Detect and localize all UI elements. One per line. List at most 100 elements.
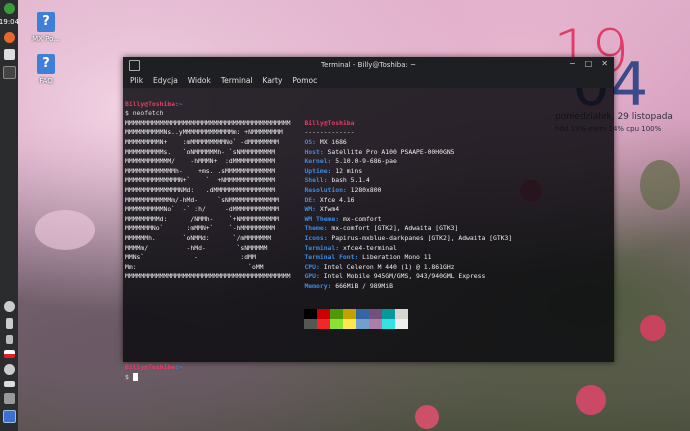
maximize-icon[interactable]: □ [585,59,593,68]
text-cursor [132,372,138,381]
info-value: 12 mins [335,166,363,175]
menu-item-edycja[interactable]: Edycja [153,76,178,85]
info-key: DE: [304,195,320,204]
info-value: 5.10.0-9-686-pae [335,157,397,166]
info-key: Host: [304,147,328,156]
info-value: mx-comfort [342,214,382,223]
logo-line: MMMMMMMMMMNs..yMMMMMMMMMMMMMm: +NMMMMMMM… [125,128,283,137]
color-swatch [317,319,331,330]
menu-item-pomoc[interactable]: Pomoc [292,76,317,85]
mx-ascii-logo: MMMMMMMMMMMMMMMMMMMMMMMMMMMMMMMMMMMMMMMM… [125,119,290,330]
workspace-icon[interactable] [3,393,15,404]
info-key: Kernel: [304,157,336,166]
minimize-icon[interactable]: − [569,59,576,68]
color-swatch [330,319,344,330]
info-value: MX i686 [319,137,347,146]
logo-line: MMMMMMMMMMNo` -` :h/ -dMMMMMMMMMMMM [125,205,279,214]
network-icon[interactable] [5,318,13,329]
info-row: CPU: Intel Celeron M 440 (1) @ 1.861GHz [304,263,512,273]
foliage-decoration [640,160,680,210]
menu-icon[interactable] [3,3,15,14]
logo-line: MMMMMMMMMMMMMMMMMMMMMMMMMMMMMMMMMMMMMMMM… [125,272,291,281]
info-value: Intel Mobile 945GM/GMS, 943/940GML Expre… [323,272,486,281]
color-swatch [369,309,383,320]
flower-decoration [415,405,439,429]
logo-line: MMMMMMMMMMMMm/-hMd- `sNMMMMMMMMMMMMM [125,195,279,204]
info-key: OS: [304,137,320,146]
menu-bar: Plik Edycja Widok Terminal Karty Pomoc [123,72,614,88]
info-value: Xfce 4.16 [319,195,355,204]
window-title: Terminal - Billy@Toshiba: ~ [321,60,416,69]
info-value: Papirus-mxblue-darkpanes [GTK2], Adwaita… [331,233,513,242]
info-row: Terminal: xfce4-terminal [304,244,512,254]
menu-item-karty[interactable]: Karty [263,76,283,85]
terminal-output[interactable]: Billy@Toshiba:~ $ neofetch MMMMMMMMMMMMMMM… [123,88,614,403]
info-value: Satellite Pro A100 PSAAPE-00H0GN5 [327,147,455,156]
menu-item-plik[interactable]: Plik [130,76,143,85]
question-icon: ? [37,54,55,74]
language-flag-icon[interactable] [3,350,15,358]
flower-decoration [640,315,666,341]
info-key: Terminal: [304,243,343,252]
info-key: Resolution: [304,185,351,194]
window-titlebar[interactable]: Terminal - Billy@Toshiba: ~ − □ ✕ [123,57,614,72]
color-swatch [317,309,331,320]
info-key: Memory: [304,281,336,290]
terminal-window[interactable]: Terminal - Billy@Toshiba: ~ − □ ✕ Plik E… [123,57,614,381]
color-palette-bright [304,319,512,330]
info-key: Terminal Font: [304,253,363,262]
input-line[interactable]: $ [125,372,612,383]
info-row: Theme: mx-comfort [GTK2], Adwaita [GTK3] [304,224,512,234]
info-key: Icons: [304,233,332,242]
info-value: 1280x800 [350,185,382,194]
logo-line: MMMMMMMMMMMMMMN+` ` +NMMMMMMMMMMMMM [125,176,276,185]
close-icon[interactable]: ✕ [601,59,608,68]
command-line: $ neofetch [125,109,164,118]
terminal-launcher-icon[interactable] [2,66,16,79]
firefox-icon[interactable] [3,32,15,43]
color-swatch [395,309,409,320]
logo-line: Mm: `oMM [125,262,264,271]
left-panel: 19:04 [0,0,19,431]
info-value: bash 5.1.4 [331,176,370,185]
info-row: WM: Xfwm4 [304,205,512,215]
info-row: WM Theme: mx-comfort [304,215,512,225]
menu-item-terminal[interactable]: Terminal [221,76,253,85]
info-key: WM Theme: [304,214,343,223]
file-manager-icon[interactable] [3,49,15,60]
info-key: Theme: [304,224,332,233]
info-row: GPU: Intel Mobile 945GM/GMS, 943/940GML … [304,272,512,282]
desktop-icon-faq[interactable]: ? FAQ [26,54,66,85]
info-row: Kernel: 5.10.0-9-686-pae [304,157,512,167]
eject-icon[interactable] [3,381,15,387]
color-swatch [356,319,370,330]
info-key: CPU: [304,262,324,271]
logo-line: MMMMMMMMMMMMMMNMd: .dMMMMMMMMMMMMMMMM [125,185,276,194]
info-value: Intel Celeron M 440 (1) @ 1.861GHz [323,262,455,271]
info-value: Liberation Mono 11 [362,253,432,262]
info-key: Uptime: [304,166,336,175]
info-value: xfce4-terminal [342,243,397,252]
info-key: GPU: [304,272,324,281]
info-row: DE: Xfce 4.16 [304,196,512,206]
logo-line: MMMMMMMMMN+ :mMMMMMMMMMNo` -dMMMMMMMM [125,137,279,146]
desktop-icon-mx-po[interactable]: ? MX Po... [26,12,66,43]
volume-icon[interactable] [3,364,15,375]
color-swatch [304,309,318,320]
info-row: Uptime: 12 mins [304,167,512,177]
workspace-active-icon[interactable] [2,410,16,423]
panel-clock[interactable]: 19:04 [0,18,19,26]
logo-line: MMMMMMMMMd: /NMMh- `+NMMMMMMMMMM [125,214,279,223]
power-icon[interactable] [3,301,15,312]
logo-line: MMMMMMMMMMMM/ -hMMMN+ :dMMMMMMMMMMM [125,157,276,166]
info-row: Terminal Font: Liberation Mono 11 [304,253,512,263]
clipboard-icon[interactable] [5,335,13,344]
logo-line: MMNs` - :dMM [125,253,256,262]
prompt-line: Billy@Toshiba:~ [125,363,183,372]
menu-item-widok[interactable]: Widok [188,76,211,85]
logo-line: MMMMMMh. `oNMMd: `/mMMMMMMM [125,233,272,242]
color-swatch [395,319,409,330]
logo-line: MMMMMMMNo` :mMMN+` `-hMMMMMMMMM [125,224,276,233]
color-swatch [343,309,357,320]
prompt-line: Billy@Toshiba:~ [125,99,183,108]
